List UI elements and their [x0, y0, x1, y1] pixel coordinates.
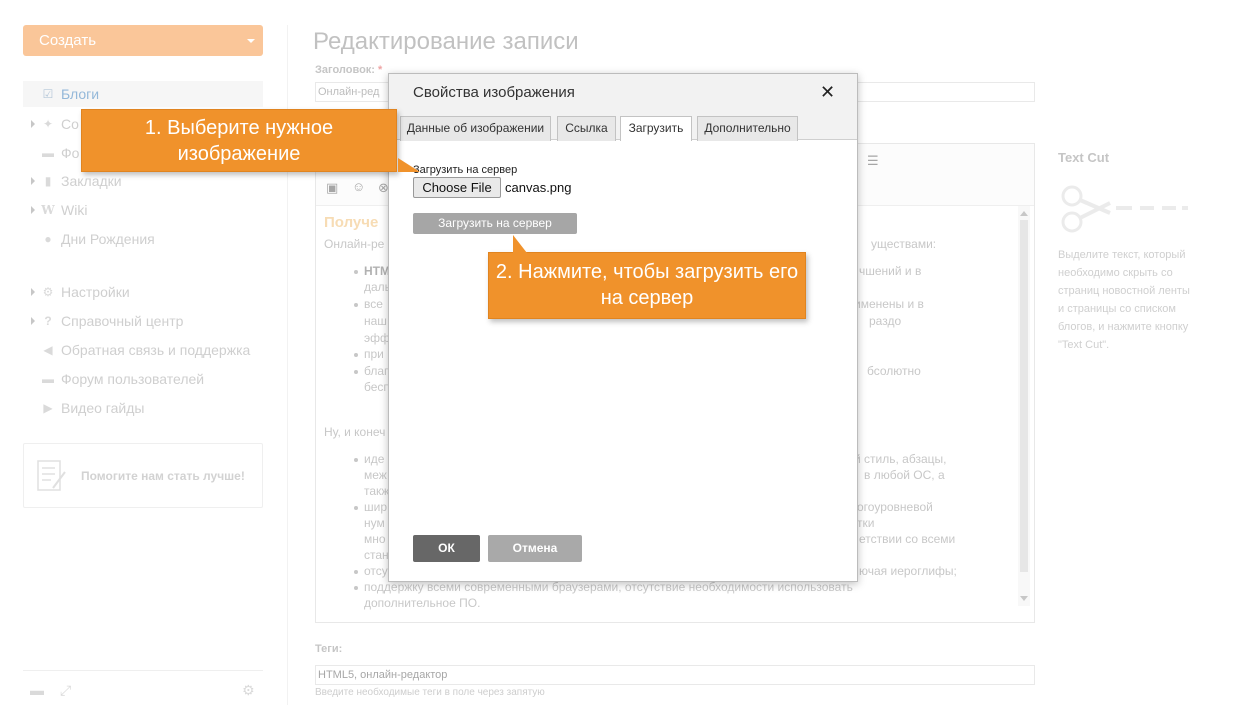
dialog-title: Свойства изображения: [413, 84, 575, 101]
callout-text: 1. Выберите нужное изображение: [144, 117, 334, 165]
callout-text: 2. Нажмите, чтобы загрузить его на серве…: [495, 261, 799, 309]
tab-upload[interactable]: Загрузить: [620, 116, 692, 141]
tab-link[interactable]: Ссылка: [557, 116, 616, 141]
ok-button[interactable]: ОК: [413, 535, 480, 562]
close-icon[interactable]: ✕: [820, 82, 835, 103]
image-properties-dialog: Свойства изображения ✕ Данные об изображ…: [388, 73, 858, 582]
cancel-button[interactable]: Отмена: [488, 535, 582, 562]
callout-step-2: 2. Нажмите, чтобы загрузить его на серве…: [488, 235, 806, 319]
callout-pointer: [513, 235, 527, 253]
page: Создать ☑ Блоги ✦ Со ▬ Фо ▮ Закладки W W…: [0, 0, 1240, 708]
callout-pointer: [398, 158, 420, 172]
choose-file-button[interactable]: Choose File: [413, 177, 501, 198]
tab-advanced[interactable]: Дополнительно: [697, 116, 798, 141]
tab-image-info[interactable]: Данные об изображении: [400, 116, 551, 141]
upload-to-server-button[interactable]: Загрузить на сервер: [413, 213, 577, 234]
selected-file-name: canvas.png: [505, 180, 572, 195]
callout-step-1: 1. Выберите нужное изображение: [81, 109, 420, 172]
upload-label: Загрузить на сервер: [413, 164, 518, 176]
